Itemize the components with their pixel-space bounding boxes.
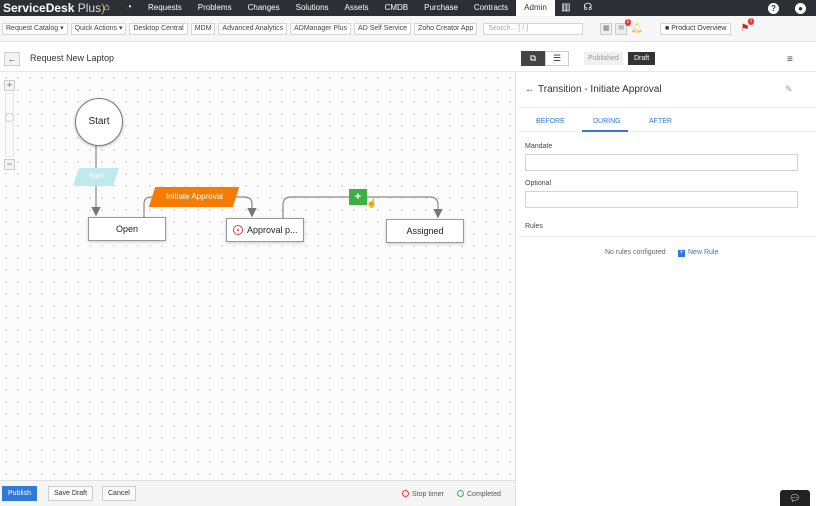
- new-rule-link[interactable]: + New Rule: [678, 249, 718, 257]
- add-icon: +: [678, 250, 685, 257]
- stop-timer-icon: [402, 490, 409, 497]
- page-title: Request New Laptop: [30, 53, 115, 63]
- quick-actions-button[interactable]: Quick Actions ▾: [70, 22, 127, 35]
- bell-icon[interactable]: 🔔︎: [630, 23, 643, 34]
- top-nav: ServiceDesk Plus) ⌂ ◔ Requests Problems …: [0, 0, 816, 16]
- panel-title: Transition - Initiate Approval: [538, 84, 662, 95]
- optional-field[interactable]: [525, 191, 798, 208]
- dashboard-icon[interactable]: ◔: [118, 0, 140, 16]
- nav-admin[interactable]: Admin: [516, 0, 555, 16]
- chat-icon[interactable]: 💬︎: [780, 490, 810, 506]
- workflow-view-icon[interactable]: ⧉: [521, 51, 545, 66]
- legend-stop-label: Stop timer: [412, 491, 444, 498]
- legend-completed-label: Completed: [467, 491, 501, 498]
- home-icon[interactable]: ⌂: [96, 0, 118, 16]
- nav-contracts[interactable]: Contracts: [466, 0, 516, 16]
- mdm-button[interactable]: MDM: [190, 22, 216, 35]
- search-input[interactable]: Search... [ / ]: [483, 22, 584, 35]
- timer-icon: [233, 225, 243, 235]
- quick-toolbar: Request Catalog ▾ Quick Actions ▾ Deskto…: [0, 16, 816, 42]
- nav-right-group: ? ●: [768, 2, 816, 14]
- back-button[interactable]: ←: [4, 52, 20, 66]
- notifications-icon[interactable]: ✉ 1: [615, 18, 632, 35]
- workflow-canvas[interactable]: + − Start Start Open Initiate Approval A…: [0, 72, 516, 480]
- product-overview-label: Product Overview: [671, 24, 727, 32]
- panel-back-icon[interactable]: ←: [525, 84, 535, 95]
- no-rules-text: No rules configured: [605, 249, 666, 256]
- tab-after[interactable]: AFTER: [649, 118, 672, 125]
- hand-cursor-icon: ☝: [366, 198, 378, 208]
- state-assigned[interactable]: Assigned: [386, 219, 464, 243]
- user-icon[interactable]: ●: [795, 2, 806, 14]
- zoho-creator-app-button[interactable]: Zoho Creator App: [414, 22, 478, 35]
- transition-label: Initiate Approval: [165, 192, 223, 201]
- edit-icon[interactable]: ✎: [785, 84, 793, 95]
- nav-changes[interactable]: Changes: [240, 0, 288, 16]
- add-transition-button[interactable]: +: [349, 189, 367, 205]
- flag-badge: 1: [747, 18, 755, 25]
- rules-divider: [517, 236, 816, 237]
- ad-self-service-button[interactable]: AD Self Service: [354, 22, 412, 35]
- tab-during[interactable]: DURING: [593, 118, 621, 125]
- nav-assets[interactable]: Assets: [337, 0, 377, 16]
- grid-icon[interactable]: ▦: [600, 22, 613, 35]
- product-overview-button[interactable]: ■ Product Overview: [660, 22, 732, 35]
- start-transition[interactable]: Start: [73, 168, 119, 186]
- nav-cmdb[interactable]: CMDB: [377, 0, 417, 16]
- state-open[interactable]: Open: [88, 217, 166, 241]
- legend-stop-timer: Stop timer: [402, 490, 444, 498]
- approval-node-label: Approval p...: [247, 225, 298, 235]
- reports-icon[interactable]: ▥: [555, 0, 577, 16]
- request-catalog-button[interactable]: Request Catalog ▾: [2, 22, 68, 35]
- admanager-plus-button[interactable]: ADManager Plus: [290, 22, 352, 35]
- legend-completed: Completed: [457, 490, 501, 498]
- start-node[interactable]: Start: [75, 98, 123, 146]
- completed-icon: [457, 490, 464, 497]
- list-view-icon[interactable]: ☰: [545, 51, 569, 66]
- transition-panel: ← Transition - Initiate Approval ✎ BEFOR…: [517, 72, 816, 506]
- rules-label: Rules: [525, 223, 543, 230]
- state-approval-pending[interactable]: Approval p...: [226, 218, 304, 242]
- transition-initiate-approval[interactable]: Initiate Approval: [148, 187, 240, 207]
- nav-problems[interactable]: Problems: [190, 0, 240, 16]
- video-icon: ■: [665, 24, 670, 32]
- headset-icon[interactable]: ☊: [577, 0, 599, 16]
- cancel-button[interactable]: Cancel: [102, 486, 136, 501]
- panel-tabs: BEFORE DURING AFTER: [517, 108, 816, 132]
- menu-icon[interactable]: ≡: [787, 54, 793, 65]
- brand-logo[interactable]: ServiceDesk Plus): [0, 1, 105, 15]
- new-rule-label: New Rule: [688, 249, 719, 256]
- advanced-analytics-button[interactable]: Advanced Analytics: [218, 22, 288, 35]
- nav-purchase[interactable]: Purchase: [416, 0, 466, 16]
- help-icon[interactable]: ?: [768, 2, 779, 14]
- save-draft-button[interactable]: Save Draft: [48, 486, 94, 501]
- page-header: ← Request New Laptop ⧉ ☰ Published Draft…: [0, 42, 816, 72]
- tab-published[interactable]: Published: [584, 52, 623, 65]
- view-toggle: ⧉ ☰: [521, 51, 569, 66]
- tab-before[interactable]: BEFORE: [536, 118, 565, 125]
- active-tab-indicator: [582, 130, 628, 132]
- nav-requests[interactable]: Requests: [140, 0, 190, 16]
- mandate-field[interactable]: [525, 154, 798, 171]
- tab-draft[interactable]: Draft: [628, 52, 656, 65]
- flag-icon[interactable]: ⚑ 1: [740, 18, 755, 34]
- optional-label: Optional: [525, 180, 552, 187]
- nav-solutions[interactable]: Solutions: [288, 0, 337, 16]
- publish-button[interactable]: Publish: [2, 486, 37, 501]
- footer-bar: Publish Save Draft Cancel Stop timer Com…: [0, 480, 516, 506]
- panel-header: ← Transition - Initiate Approval ✎: [517, 72, 816, 108]
- notification-badge: 1: [624, 18, 632, 26]
- desktop-central-button[interactable]: Desktop Central: [129, 22, 188, 35]
- start-transition-label: Start: [88, 173, 104, 180]
- mandate-label: Mandate: [525, 143, 553, 150]
